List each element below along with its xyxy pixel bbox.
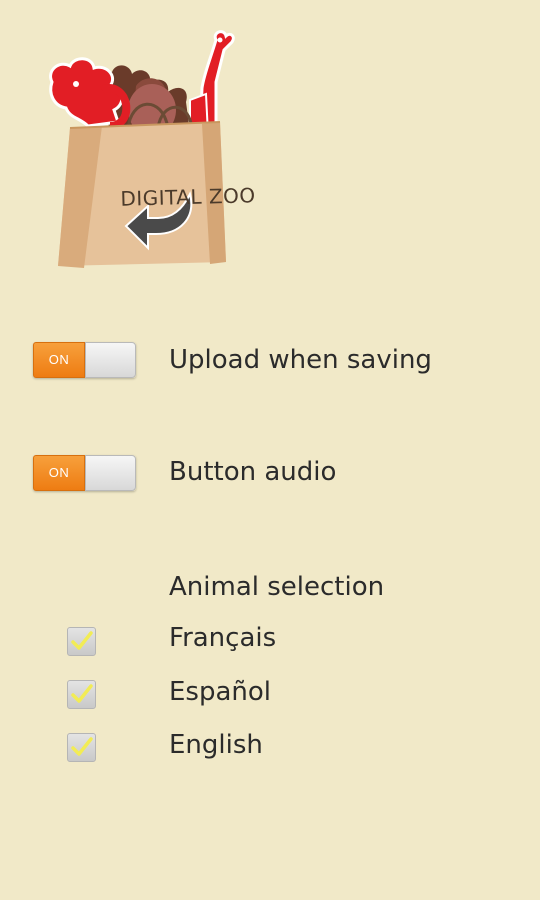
animal-selection-heading: Animal selection [169, 572, 385, 602]
zoo-bag-logo-icon [49, 30, 235, 268]
button-audio-label: Button audio [169, 457, 337, 487]
checkbox-francais[interactable] [67, 627, 96, 656]
checkbox-espanol[interactable] [67, 680, 96, 709]
toggle-knob [85, 342, 136, 378]
language-label-francais: Français [169, 623, 277, 653]
language-label-english: English [169, 730, 263, 760]
language-label-espanol: Español [169, 677, 272, 707]
upload-when-saving-toggle[interactable]: ON [33, 342, 136, 378]
toggle-knob [85, 455, 136, 491]
checkbox-english[interactable] [67, 733, 96, 762]
toggle-on-label: ON [33, 342, 85, 378]
digital-zoo-back-button[interactable]: DIGITAL ZOO [40, 22, 256, 277]
upload-when-saving-label: Upload when saving [169, 345, 432, 375]
logo-text: DIGITAL ZOO [120, 183, 256, 211]
checkmark-icon [71, 684, 93, 703]
checkmark-icon [71, 631, 93, 650]
checkmark-icon [71, 737, 93, 756]
toggle-on-label: ON [33, 455, 85, 491]
button-audio-toggle[interactable]: ON [33, 455, 136, 491]
